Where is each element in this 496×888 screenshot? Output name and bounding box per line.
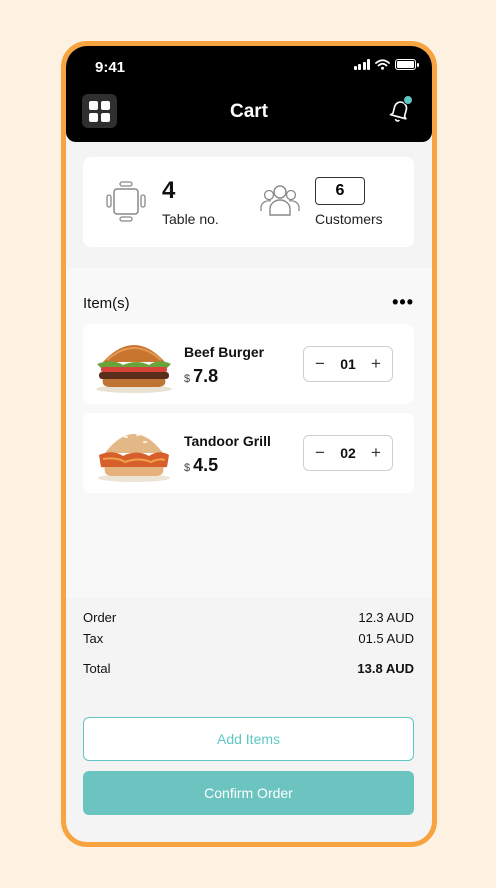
total-label: Total: [83, 661, 111, 676]
tax-value: 01.5 AUD: [358, 631, 414, 646]
decrease-button[interactable]: −: [313, 354, 327, 374]
add-items-button[interactable]: Add Items: [83, 717, 414, 761]
table-label: Table no.: [162, 211, 219, 227]
top-bar: 9:41 Cart: [66, 46, 432, 142]
customers-count[interactable]: 6: [315, 177, 365, 205]
order-value: 12.3 AUD: [358, 610, 414, 625]
beef-burger-image: [96, 345, 172, 393]
order-row: Order 12.3 AUD: [83, 610, 414, 625]
battery-icon: [395, 59, 419, 70]
notification-button[interactable]: [388, 95, 413, 124]
price-amount: 7.8: [193, 366, 219, 386]
tax-row: Tax 01.5 AUD: [83, 631, 414, 646]
table-number: 4: [162, 177, 176, 204]
item-price: $4.5: [184, 455, 218, 476]
increase-button[interactable]: +: [369, 443, 383, 463]
more-options-icon[interactable]: •••: [392, 292, 414, 313]
decrease-button[interactable]: −: [313, 443, 327, 463]
currency-symbol: $: [184, 462, 191, 474]
customers-icon: [260, 185, 300, 216]
customers-label: Customers: [315, 211, 383, 227]
status-time: 9:41: [95, 59, 126, 76]
table-icon: [106, 181, 146, 222]
item-name: Tandoor Grill: [184, 433, 271, 449]
item-price: $7.8: [184, 366, 218, 387]
total-row: Total 13.8 AUD: [83, 661, 414, 676]
quantity-value[interactable]: 01: [340, 356, 356, 372]
page-title: Cart: [229, 101, 268, 122]
quantity-value[interactable]: 02: [340, 445, 356, 461]
notification-badge: [403, 95, 413, 105]
item-name: Beef Burger: [184, 344, 265, 360]
cart-item: Tandoor Grill $4.5 − 02 +: [83, 413, 414, 493]
tax-label: Tax: [83, 631, 104, 646]
price-amount: 4.5: [193, 455, 219, 475]
order-label: Order: [83, 610, 117, 625]
items-heading: Item(s): [83, 295, 130, 312]
phone-frame: 9:41 Cart 4 Table no. 6 Customers Item(s…: [61, 41, 437, 847]
quantity-stepper: − 02 +: [303, 435, 393, 471]
confirm-order-button[interactable]: Confirm Order: [83, 771, 414, 815]
currency-symbol: $: [184, 373, 191, 385]
wifi-icon: [375, 59, 390, 70]
signal-icon: [353, 59, 370, 70]
total-value: 13.8 AUD: [357, 661, 414, 676]
tandoor-grill-image: [98, 434, 170, 482]
status-icons: [353, 59, 419, 70]
increase-button[interactable]: +: [369, 354, 383, 374]
table-info-card: 4 Table no. 6 Customers: [83, 157, 414, 247]
quantity-stepper: − 01 +: [303, 346, 393, 382]
cart-item: Beef Burger $7.8 − 01 +: [83, 324, 414, 404]
